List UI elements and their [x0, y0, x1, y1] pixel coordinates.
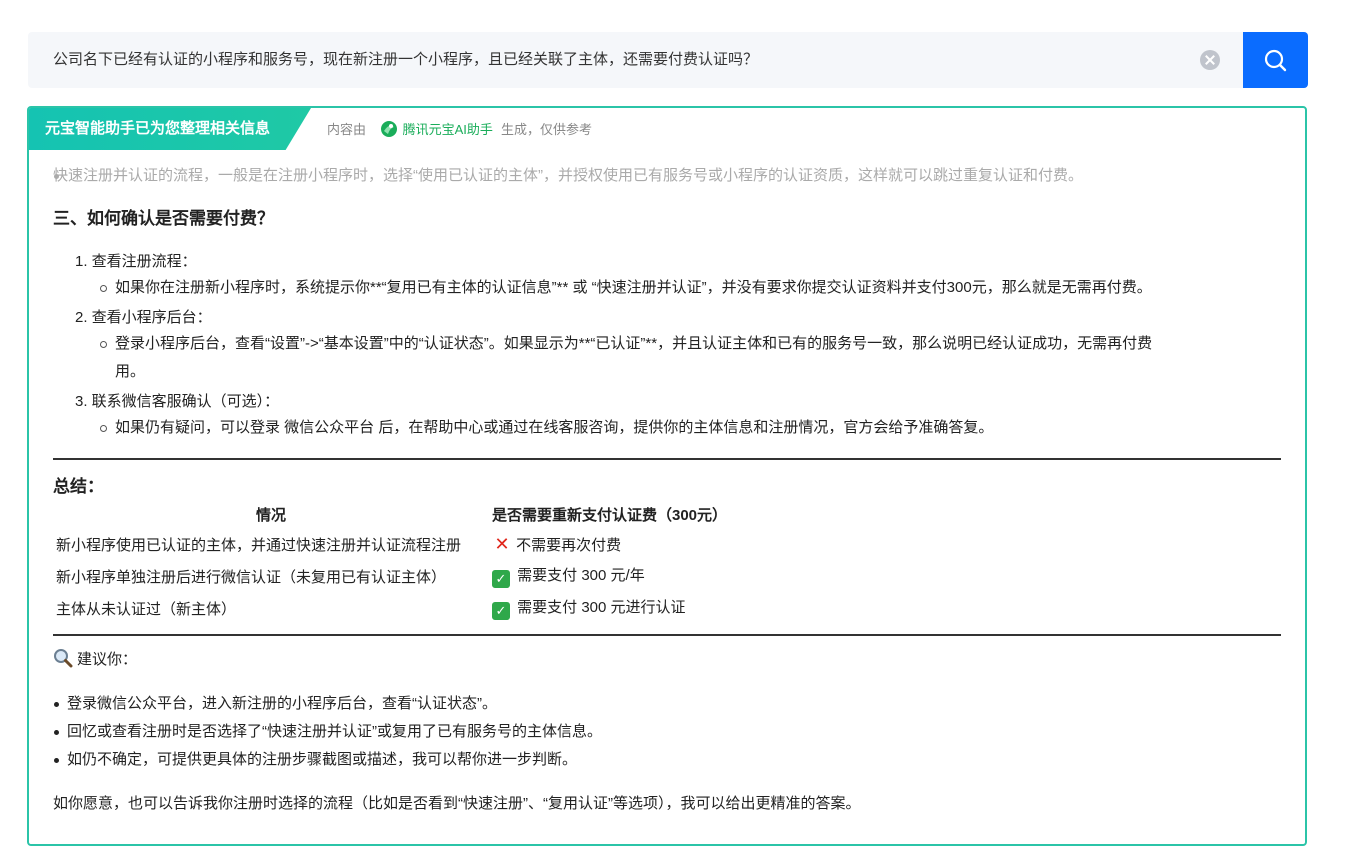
table-cell-situation: 新小程序使用已认证的主体，并通过快速注册并认证流程注册: [56, 536, 462, 554]
table-header-payment: 是否需要重新支付认证费（300元）: [492, 506, 728, 524]
answer-content: 快速注册并认证的流程，一般是在注册小程序时，选择“使用已认证的主体”，并授权使用…: [53, 108, 1283, 812]
table-row: 新小程序使用已认证的主体，并通过快速注册并认证流程注册 ✕ 不需要再次付费: [53, 528, 730, 560]
answer-panel: 元宝智能助手已为您整理相关信息 内容由 腾讯元宝AI助手 生成，仅供参考 快速注册…: [27, 106, 1307, 846]
table-row: 主体从未认证过（新主体） ✓ 需要支付 300 元进行认证: [53, 592, 730, 624]
result-text: 需要支付 300 元/年: [517, 567, 645, 584]
section-title: 三、如何确认是否需要付费？: [53, 209, 274, 228]
summary-title: 总结：: [53, 477, 104, 496]
step-1-sub: 如果你在注册新小程序时，系统提示你**“复用已有主体的认证信息”** 或 “快速…: [100, 274, 1152, 302]
closing-text: 如你愿意，也可以告诉我你注册时选择的流程（比如是否看到“快速注册”、“复用认证”…: [53, 795, 861, 812]
magnifier-icon: [54, 649, 73, 668]
search-input[interactable]: 公司名下已经有认证的小程序和服务号，现在新注册一个小程序，且已经关联了主体，还需…: [53, 32, 758, 88]
search-button[interactable]: [1243, 32, 1308, 88]
table-cell-situation: 新小程序单独注册后进行微信认证（未复用已有认证主体）: [56, 568, 447, 586]
step-3-label: 3. 联系微信客服确认（可选）：: [75, 393, 280, 410]
check-mark-icon: ✓: [492, 602, 510, 620]
step-2-sub-cont: 用。: [115, 363, 146, 380]
table-cell-situation: 主体从未认证过（新主体）: [56, 600, 237, 618]
check-mark-icon: ✓: [492, 570, 510, 588]
table-row: 新小程序单独注册后进行微信认证（未复用已有认证主体） ✓ 需要支付 300 元/…: [53, 560, 730, 592]
suggestion-item: 登录微信公众平台，进入新注册的小程序后台，查看“认证状态”。: [29, 692, 497, 713]
suggest-label: 建议你：: [77, 651, 138, 668]
suggestion-item: 回忆或查看注册时是否选择了“快速注册并认证”或复用了已有服务号的主体信息。: [29, 720, 602, 741]
step-2-label: 2. 查看小程序后台：: [75, 309, 212, 326]
table-cell-result: ✓ 需要支付 300 元进行认证: [489, 592, 730, 624]
faded-bullet: 快速注册并认证的流程，一般是在注册小程序时，选择“使用已认证的主体”，并授权使用…: [29, 164, 1257, 185]
suggest-title: 建议你：: [53, 648, 137, 669]
step-3-sub: 如果仍有疑问，可以登录 微信公众平台 后，在帮助中心或通过在线客服咨询，提供你的…: [99, 414, 993, 442]
divider: [53, 634, 1281, 636]
step-2-sub: 登录小程序后台，查看“设置”->“基本设置”中的“认证状态”。如果显示为**“已…: [99, 330, 1152, 358]
suggestion-item: 如仍不确定，可提供更具体的注册步骤截图或描述，我可以帮你进一步判断。: [29, 748, 577, 769]
clear-icon[interactable]: [1200, 50, 1220, 70]
step-1-label: 1. 查看注册流程：: [75, 253, 197, 270]
table-cell-result: ✕ 不需要再次付费: [489, 528, 730, 560]
search-bar: 公司名下已经有认证的小程序和服务号，现在新注册一个小程序，且已经关联了主体，还需…: [28, 32, 1308, 88]
divider: [53, 458, 1281, 460]
table-cell-result: ✓ 需要支付 300 元/年: [489, 560, 730, 592]
table-header-situation: 情况: [255, 506, 286, 524]
search-icon: [1264, 49, 1287, 72]
cross-mark-icon: ✕: [494, 533, 510, 554]
result-text: 需要支付 300 元进行认证: [517, 599, 686, 616]
result-text: 不需要再次付费: [516, 536, 622, 554]
summary-table: 情况 是否需要重新支付认证费（300元） 新小程序使用已认证的主体，并通过快速注…: [53, 500, 730, 624]
